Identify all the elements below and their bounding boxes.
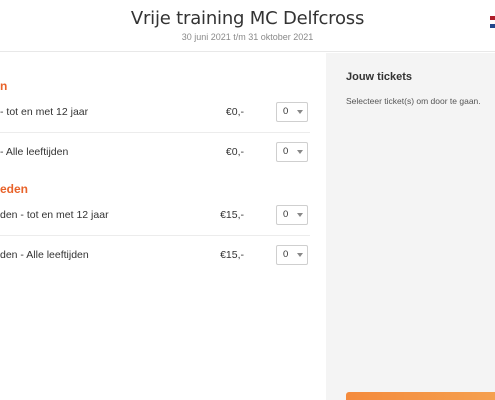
- chevron-down-icon: [297, 110, 303, 114]
- ticket-row: den - Alle leeftijden €15,- 0: [0, 235, 310, 275]
- category-heading: n: [0, 79, 8, 93]
- ticket-row: - tot en met 12 jaar €0,- 0: [0, 92, 310, 132]
- ticket-price: €0,-: [225, 106, 244, 118]
- chevron-down-icon: [297, 150, 303, 154]
- summary-message: Selecteer ticket(s) om door te gaan.: [346, 96, 481, 106]
- chevron-down-icon: [297, 213, 303, 217]
- ticket-price: €15,-: [220, 209, 244, 221]
- event-header: Vrije training MC Delfcross 30 juni 2021…: [0, 0, 495, 52]
- ticket-name: den - tot en met 12 jaar: [0, 209, 109, 221]
- ticket-row: - Alle leeftijden €0,- 0: [0, 132, 310, 172]
- quantity-value: 0: [283, 209, 289, 220]
- ticket-row: den - tot en met 12 jaar €15,- 0: [0, 195, 310, 235]
- order-summary-panel: Jouw tickets Selecteer ticket(s) om door…: [326, 53, 495, 400]
- chevron-down-icon: [297, 253, 303, 257]
- ticket-name: - tot en met 12 jaar: [0, 106, 89, 118]
- ticket-list: n - tot en met 12 jaar €0,- 0 - Alle lee…: [0, 53, 326, 400]
- quantity-select[interactable]: 0: [276, 142, 308, 162]
- ticket-price: €15,-: [220, 249, 244, 261]
- ticket-name: den - Alle leeftijden: [0, 249, 89, 261]
- continue-button[interactable]: [346, 392, 495, 400]
- quantity-select[interactable]: 0: [276, 205, 308, 225]
- quantity-select[interactable]: 0: [276, 102, 308, 122]
- category-heading: eden: [0, 182, 29, 196]
- quantity-value: 0: [283, 249, 289, 260]
- ticket-name: - Alle leeftijden: [0, 146, 69, 158]
- event-date-range: 30 juni 2021 t/m 31 oktober 2021: [181, 32, 314, 42]
- quantity-value: 0: [283, 106, 289, 117]
- language-flag-icon[interactable]: [490, 16, 495, 28]
- quantity-value: 0: [283, 146, 289, 157]
- ticket-price: €0,-: [225, 146, 244, 158]
- event-title: Vrije training MC Delfcross: [130, 8, 365, 29]
- summary-title: Jouw tickets: [346, 71, 413, 83]
- quantity-select[interactable]: 0: [276, 245, 308, 265]
